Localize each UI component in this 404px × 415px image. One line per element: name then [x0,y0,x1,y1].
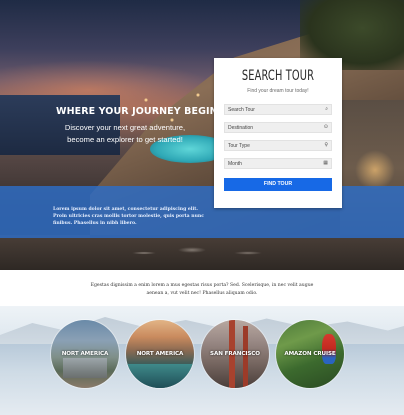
find-tour-button[interactable]: FIND TOUR [224,178,332,191]
destinations-section: NORT AMERICA NORT AMERICA SAN FRANCISCO … [0,306,404,415]
month-field[interactable]: Month ▦ [224,158,332,169]
hero-subline-line-1: Discover your next great adventure, [64,123,186,132]
tour-type-field[interactable]: Tour Type ♀ [224,140,332,151]
destination-label: SAN FRANCISCO [210,351,260,357]
band-text-line-1: Lorem ipsum dolor sit amet, consectetur … [53,207,199,212]
search-tour-title: SEARCH TOUR [241,68,315,84]
hero-band-text: Lorem ipsum dolor sit amet, consectetur … [53,206,213,227]
location-icon: ⊙ [323,124,328,130]
hero-subline: Discover your next great adventure, beco… [40,122,210,146]
destination-san-francisco[interactable]: SAN FRANCISCO [201,320,269,388]
destination-north-america-1[interactable]: NORT AMERICA [51,320,119,388]
intro-line-1: Egestas dignissim a enim lorem a mus ege… [90,283,314,288]
hero-building-light [355,150,395,190]
destination-label: NORT AMERICA [61,351,109,357]
intro-paragraph: Egestas dignissim a enim lorem a mus ege… [80,282,324,297]
search-tour-subtitle: Find your dream tour today! [247,88,309,94]
hero-banner: WHERE YOUR JOURNEY BEGINS. Discover your… [0,0,404,270]
calendar-icon: ▦ [323,160,328,166]
tag-icon: ♀ [324,142,328,148]
month-field-label: Month [228,160,242,167]
destination-label: NORT AMERICA [136,351,184,357]
destination-label: AMAZON CRUISE [284,351,336,357]
search-tour-card: SEARCH TOUR Find your dream tour today! … [214,58,342,208]
hero-headline: WHERE YOUR JOURNEY BEGINS. [56,106,229,117]
tour-type-field-label: Tour Type [228,142,250,149]
destination-field[interactable]: Destination ⊙ [224,122,332,133]
search-tour-field[interactable]: Search Tour ⌕ [224,104,332,115]
page: WHERE YOUR JOURNEY BEGINS. Discover your… [0,0,404,415]
destination-field-label: Destination [228,124,254,131]
destination-north-america-2[interactable]: NORT AMERICA [126,320,194,388]
intro-line-2: aenean a, vut velit nec! Phasellus aliqu… [146,290,258,296]
hero-subline-line-2: become an explorer to get started! [67,135,183,144]
search-tour-field-label: Search Tour [228,106,255,113]
search-icon: ⌕ [325,106,328,112]
destination-amazon-cruise[interactable]: AMAZON CRUISE [276,320,344,388]
band-text-line-3: finibus. Phasellus in nibh libero. [53,221,137,226]
band-text-line-2: Proin ultricies cras mollis tortor moles… [53,214,205,219]
hero-terrace-furniture [120,238,280,268]
